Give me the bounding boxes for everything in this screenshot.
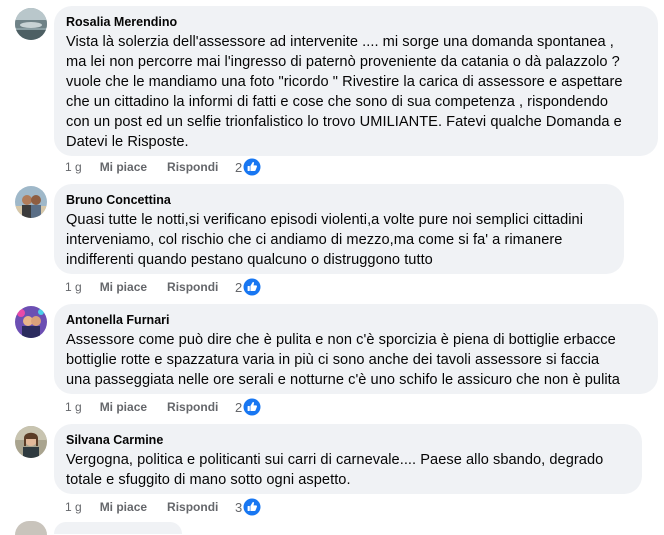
comment-text: Assessore come può dire che è pulita e n…: [66, 332, 620, 388]
comment-actions: 1 g Mi piace Rispondi: [65, 498, 238, 516]
avatar[interactable]: [15, 521, 47, 535]
like-button[interactable]: Mi piace: [100, 280, 147, 294]
comment-timestamp[interactable]: 1 g: [65, 160, 82, 174]
reaction-summary[interactable]: 3: [235, 498, 261, 516]
reaction-summary[interactable]: 2: [235, 278, 261, 296]
comment-actions: 1 g Mi piace Rispondi: [65, 398, 238, 416]
comment-actions: 1 g Mi piace Rispondi: [65, 278, 238, 296]
avatar[interactable]: [15, 8, 47, 40]
comment-bubble: Bruno Concettina Quasi tutte le notti,si…: [54, 184, 624, 274]
comment-author[interactable]: Bruno Concettina: [66, 192, 612, 208]
comment-author[interactable]: Antonella Furnari: [66, 312, 646, 328]
reaction-count: 3: [235, 499, 243, 515]
comment-actions: 1 g Mi piace Rispondi: [65, 158, 238, 176]
like-thumb-icon: [243, 398, 261, 416]
comment-text: Quasi tutte le notti,si verificano episo…: [66, 212, 584, 268]
comment-text: Vergogna, politica e politicanti sui car…: [66, 452, 604, 488]
comment-author[interactable]: Rosalia Merendino: [66, 14, 646, 30]
like-button[interactable]: Mi piace: [100, 500, 147, 514]
like-button[interactable]: Mi piace: [100, 400, 147, 414]
reaction-count: 2: [235, 159, 243, 175]
reply-button[interactable]: Rispondi: [167, 280, 218, 294]
like-thumb-icon: [243, 498, 261, 516]
comment-timestamp[interactable]: 1 g: [65, 280, 82, 294]
comment-timestamp[interactable]: 1 g: [65, 400, 82, 414]
like-thumb-icon: [243, 158, 261, 176]
comment-bubble: Silvana Carmine Vergogna, politica e pol…: [54, 424, 642, 494]
comment-text: Vista là solerzia dell'assessore ad inte…: [66, 34, 623, 150]
avatar[interactable]: [15, 186, 47, 218]
like-button[interactable]: Mi piace: [100, 160, 147, 174]
reaction-summary[interactable]: 2: [235, 158, 261, 176]
comment-bubble: [54, 522, 182, 534]
comment-bubble: Antonella Furnari Assessore come può dir…: [54, 304, 658, 394]
reply-button[interactable]: Rispondi: [167, 160, 218, 174]
like-thumb-icon: [243, 278, 261, 296]
comment-author[interactable]: Silvana Carmine: [66, 432, 630, 448]
comment-bubble: Rosalia Merendino Vista là solerzia dell…: [54, 6, 658, 156]
reply-button[interactable]: Rispondi: [167, 500, 218, 514]
reaction-count: 2: [235, 279, 243, 295]
reaction-count: 2: [235, 399, 243, 415]
reaction-summary[interactable]: 2: [235, 398, 261, 416]
reply-button[interactable]: Rispondi: [167, 400, 218, 414]
avatar[interactable]: [15, 426, 47, 458]
comment-timestamp[interactable]: 1 g: [65, 500, 82, 514]
avatar[interactable]: [15, 306, 47, 338]
